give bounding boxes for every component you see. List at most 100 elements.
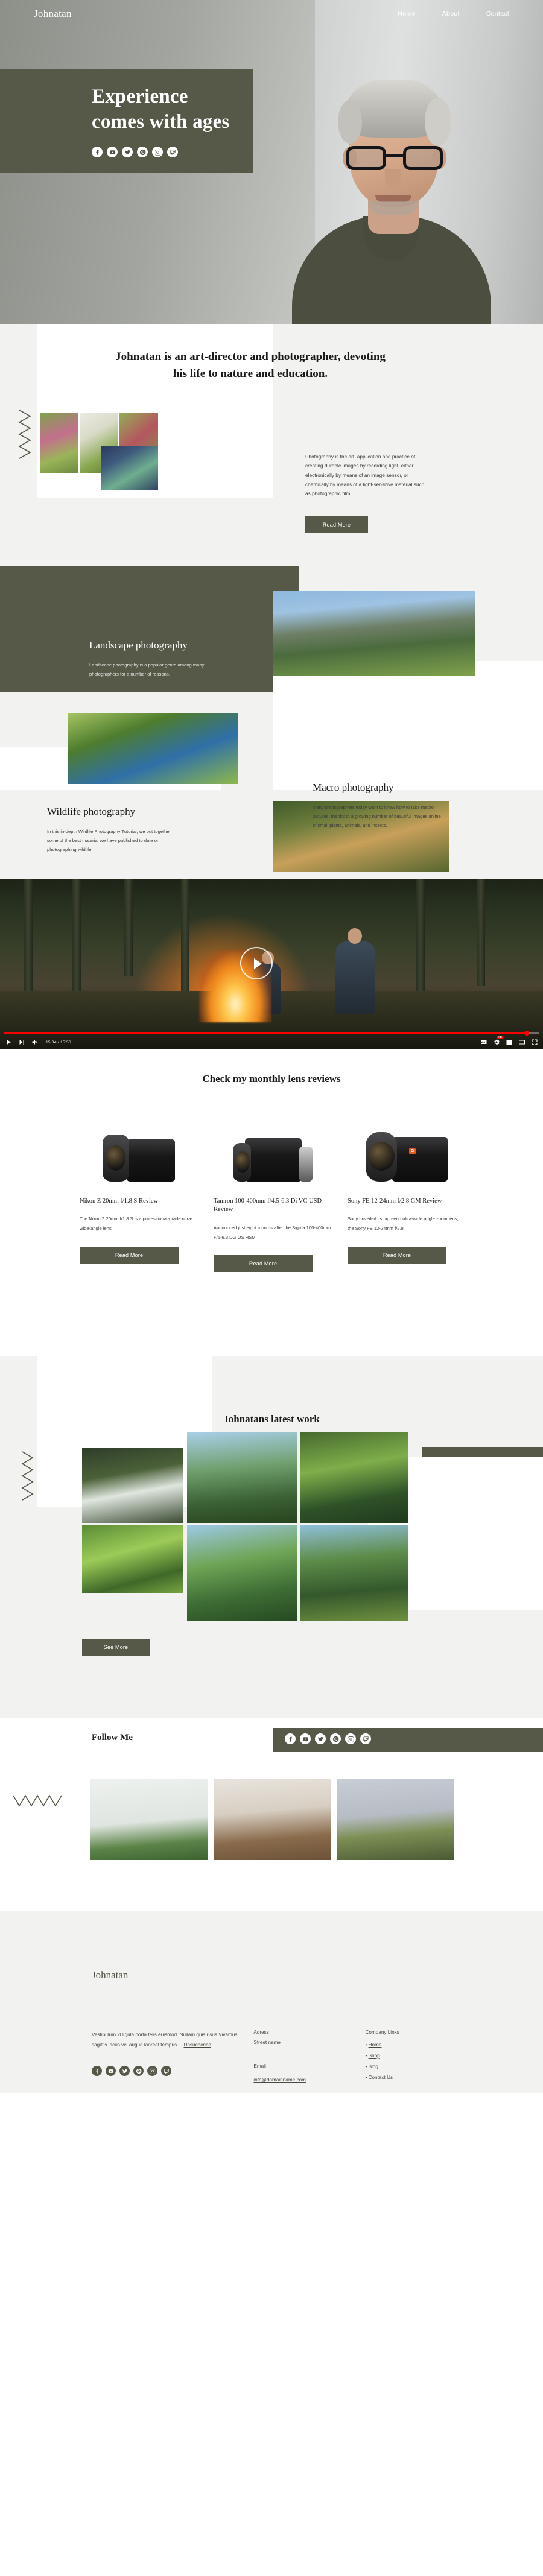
instagram-icon[interactable] xyxy=(147,2066,157,2077)
youtube-icon[interactable] xyxy=(300,1733,311,1744)
lens-card: Tamron 100-400mm f/4.5-6.3 Di VC USD Rev… xyxy=(214,1120,332,1273)
video-progress-scrubber[interactable] xyxy=(4,1030,539,1036)
about-read-more-button[interactable]: Read More xyxy=(305,516,368,533)
email-value-link[interactable]: info@domainname.com xyxy=(253,2077,306,2083)
pinterest-icon[interactable] xyxy=(137,147,148,157)
facebook-icon[interactable] xyxy=(285,1733,296,1744)
video-play-overlay-button[interactable] xyxy=(240,947,273,979)
nav-link-about[interactable]: About xyxy=(442,10,460,17)
lens-read-more-button[interactable]: Read More xyxy=(80,1246,179,1264)
address-label: Adress xyxy=(253,2030,269,2035)
nav-link-contact[interactable]: Contact xyxy=(486,10,509,17)
lens-title: Tamron 100-400mm f/4.5-6.3 Di VC USD Rev… xyxy=(214,1198,322,1214)
footer-link-blog[interactable]: Blog xyxy=(369,2064,378,2069)
settings-gear-button[interactable]: HD xyxy=(493,1036,503,1046)
work-photo-6[interactable] xyxy=(300,1525,408,1621)
follow-me-heading: Follow Me xyxy=(92,1733,133,1742)
footer-about-text: Vestibulum id ligula porta felis euismod… xyxy=(92,2032,238,2048)
follow-photo-1[interactable] xyxy=(91,1779,208,1860)
theater-mode-button[interactable] xyxy=(518,1039,526,1046)
about-heading: Johnatan is an art-director and photogra… xyxy=(115,350,386,381)
nav-link-home[interactable]: Home xyxy=(398,10,416,17)
lens-title: Sony FE 12-24mm f/2.8 GM Review xyxy=(348,1198,442,1204)
footer-link-home[interactable]: Home xyxy=(369,2042,382,2048)
macro-photo xyxy=(68,713,238,784)
hd-badge: HD xyxy=(497,1036,503,1039)
footer-columns: Vestibulum id ligula porta felis euismod… xyxy=(92,2030,466,2084)
video-person-adult xyxy=(335,941,375,1014)
follow-photo-3[interactable] xyxy=(337,1779,454,1860)
work-photo-2[interactable] xyxy=(82,1525,183,1593)
sony-g-badge: G xyxy=(409,1148,416,1154)
next-track-button[interactable] xyxy=(18,1039,25,1046)
address-value: Street name xyxy=(253,2040,281,2045)
youtube-icon[interactable] xyxy=(106,2066,116,2077)
latest-work-section: Johnatans latest work See More xyxy=(0,1356,543,1718)
company-links-label: Company Links xyxy=(365,2030,399,2035)
pinterest-icon[interactable] xyxy=(330,1733,341,1744)
see-more-button[interactable]: See More xyxy=(82,1639,150,1656)
lens-desc: Sony unveiled its high-end ultra-wide an… xyxy=(348,1216,459,1232)
facebook-icon[interactable] xyxy=(92,147,103,157)
site-footer: Johnatan Vestibulum id ligula porta feli… xyxy=(0,1911,543,2093)
play-button[interactable] xyxy=(5,1039,12,1046)
video-progress-handle[interactable] xyxy=(524,1030,530,1036)
lens-read-more-button[interactable]: Read More xyxy=(214,1255,313,1273)
miniplayer-button[interactable] xyxy=(506,1039,513,1046)
list-item: Contact Us xyxy=(365,2072,466,2083)
top-navigation-bar: Johnatan Home About Contact xyxy=(0,0,543,28)
pinterest-icon[interactable] xyxy=(133,2066,144,2077)
follow-photo-2[interactable] xyxy=(214,1779,331,1860)
site-brand-logo[interactable]: Johnatan xyxy=(34,8,72,20)
mute-button[interactable] xyxy=(31,1039,39,1046)
footer-link-contact-us[interactable]: Contact Us xyxy=(369,2075,393,2080)
footer-link-shop[interactable]: Shop xyxy=(369,2053,380,2059)
twitch-icon[interactable] xyxy=(167,147,178,157)
work-photo-3[interactable] xyxy=(187,1432,297,1523)
latest-work-heading: Johnatans latest work xyxy=(223,1413,320,1425)
footer-contact-column: Adress Street name Email info@domainname… xyxy=(253,2030,365,2084)
about-photo-1 xyxy=(40,413,78,473)
follow-social-links xyxy=(285,1733,371,1744)
nav-links: Home About Contact xyxy=(398,10,509,17)
zigzag-decoration-icon xyxy=(13,1794,62,1807)
video-controls-bar: 15:34 / 15:56 HD xyxy=(0,1030,543,1049)
about-body-text: Photography is the art, application and … xyxy=(305,454,425,497)
lens-image-tamron xyxy=(214,1120,332,1182)
unsubscribe-link[interactable]: Unsucbcribe xyxy=(183,2042,211,2048)
hero-title-line1: Experience xyxy=(92,86,188,107)
lens-image-nikon xyxy=(80,1120,198,1182)
facebook-icon[interactable] xyxy=(92,2066,102,2077)
macro-white-panel xyxy=(273,661,543,790)
macro-title: Macro photography xyxy=(313,782,394,793)
fullscreen-button[interactable] xyxy=(531,1039,538,1046)
twitch-icon[interactable] xyxy=(360,1733,371,1744)
footer-about-text-wrap: Vestibulum id ligula porta felis euismod… xyxy=(92,2030,253,2050)
zigzag-decoration-icon xyxy=(18,410,31,459)
lens-title: Nikon Z 20mm f/1.8 S Review xyxy=(80,1198,159,1204)
wildlife-text: In this in-depth Wildlife Photography Tu… xyxy=(47,828,171,853)
video-time-display: 15:34 / 15:56 xyxy=(46,1040,71,1045)
twitter-icon[interactable] xyxy=(122,147,133,157)
work-photo-4[interactable] xyxy=(187,1525,297,1621)
twitch-icon[interactable] xyxy=(161,2066,171,2077)
hero-portrait-photo xyxy=(284,17,501,324)
work-photo-5[interactable] xyxy=(300,1432,408,1523)
footer-social-links xyxy=(92,2066,253,2077)
footer-links-column: Company Links Home Shop Blog Contact Us xyxy=(365,2030,466,2084)
landscape-text: Landscape photography is a popular genre… xyxy=(89,662,205,677)
instagram-icon[interactable] xyxy=(152,147,163,157)
youtube-icon[interactable] xyxy=(107,147,118,157)
lens-reviews-section: Check my monthly lens reviews Nikon Z 20… xyxy=(0,1049,543,1356)
twitter-icon[interactable] xyxy=(315,1733,326,1744)
instagram-icon[interactable] xyxy=(345,1733,356,1744)
closed-captions-button[interactable] xyxy=(480,1039,487,1046)
twitter-icon[interactable] xyxy=(119,2066,130,2077)
work-photo-1[interactable] xyxy=(82,1448,183,1523)
lens-card: G Sony FE 12-24mm f/2.8 GM Review Sony u… xyxy=(348,1120,466,1272)
lens-reviews-heading: Check my monthly lens reviews xyxy=(202,1073,341,1084)
lens-read-more-button[interactable]: Read More xyxy=(348,1246,446,1264)
video-player-section[interactable]: 15:34 / 15:56 HD xyxy=(0,879,543,1049)
footer-brand: Johnatan xyxy=(92,1969,129,1981)
list-item: Home xyxy=(365,2040,466,2051)
